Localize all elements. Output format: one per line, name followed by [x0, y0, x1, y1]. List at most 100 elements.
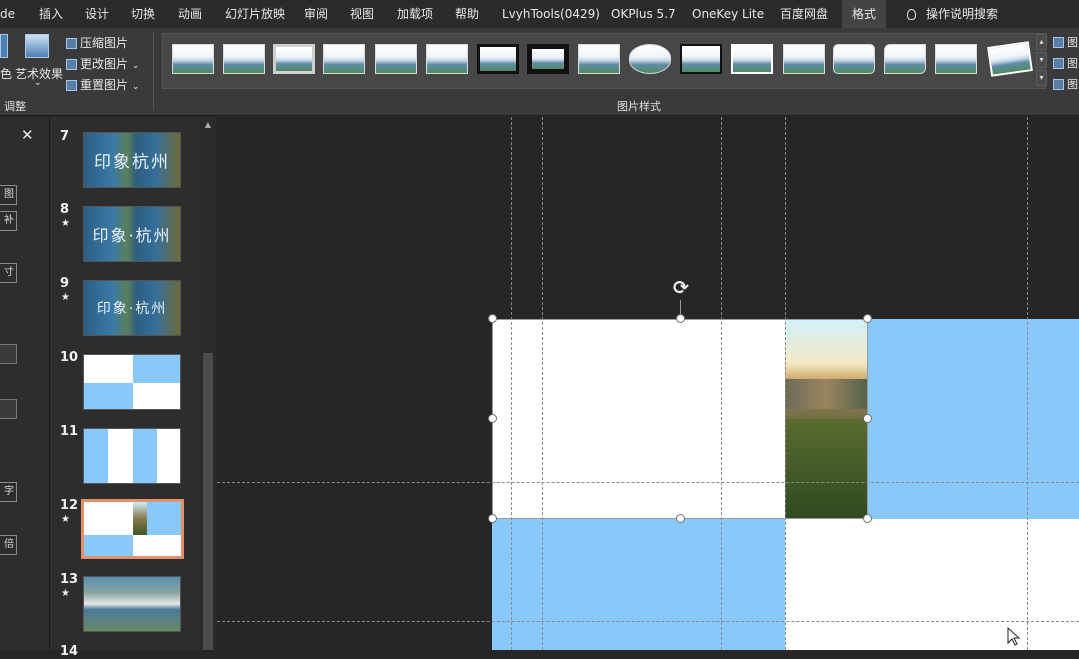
tab-review[interactable]: 审阅	[304, 0, 328, 28]
tab-okplus[interactable]: OKPlus 5.7	[611, 0, 676, 28]
reset-picture-icon	[66, 80, 77, 91]
scrollbar-thumb[interactable]	[203, 353, 213, 650]
pane-input-1[interactable]	[0, 344, 17, 364]
pane-button-4[interactable]: 字	[0, 482, 17, 502]
picture-style-17[interactable]	[987, 41, 1033, 77]
resize-handle-bottom-left[interactable]	[488, 514, 497, 523]
slide-pane-scrollbar[interactable]: ▲	[200, 117, 216, 650]
tab-help[interactable]: 帮助	[455, 0, 479, 28]
chevron-down-icon: ⌄	[131, 82, 140, 92]
reset-picture-button[interactable]: 重置图片 ⌄	[66, 76, 139, 93]
slide-thumbnail-8[interactable]: 印象·杭州	[83, 206, 181, 262]
change-picture-button[interactable]: 更改图片 ⌄	[66, 55, 139, 72]
picture-styles-gallery	[162, 33, 1046, 89]
picture-style-2[interactable]	[223, 44, 265, 74]
gallery-scroll-down[interactable]: ▾	[1036, 52, 1047, 68]
tell-me-label: 操作说明搜索	[926, 7, 999, 21]
tab-onekey[interactable]: OneKey Lite	[692, 0, 764, 28]
adjust-group-label: 调整	[4, 100, 26, 113]
picture-style-1[interactable]	[172, 44, 214, 74]
picture-style-15[interactable]	[884, 44, 926, 74]
slide-number: 11	[60, 424, 79, 439]
resize-handle-top-right[interactable]	[863, 314, 872, 323]
picture-style-12[interactable]	[731, 44, 773, 74]
guide-line[interactable]	[1027, 117, 1028, 650]
photo-thumb	[133, 502, 147, 535]
tab-design[interactable]: 设计	[85, 0, 109, 28]
color-button-label[interactable]: 色	[0, 65, 12, 82]
slide-thumbnail-12[interactable]	[81, 499, 184, 559]
guide-line[interactable]	[217, 621, 1079, 622]
scroll-up-arrow-icon[interactable]: ▲	[203, 120, 213, 130]
gallery-more[interactable]: ▾	[1036, 70, 1047, 86]
tab-animations[interactable]: 动画	[178, 0, 202, 28]
tab-format[interactable]: 格式	[842, 0, 887, 28]
picture-border-label: 图	[1067, 36, 1078, 49]
picture-effects-button[interactable]: 图	[1053, 55, 1078, 71]
picture-style-10[interactable]	[629, 44, 671, 74]
tab-transitions[interactable]: 切换	[131, 0, 155, 28]
picture-border-button[interactable]: 图	[1053, 34, 1078, 50]
slide-thumbnail-13[interactable]	[83, 576, 181, 632]
picture-style-16[interactable]	[935, 44, 977, 74]
pane-button-2[interactable]: 补	[0, 211, 17, 231]
animation-star-icon: ★	[61, 514, 70, 525]
slide-thumbnail-7[interactable]: 印象杭州	[83, 132, 181, 188]
blue-block	[133, 355, 180, 383]
tab-slideshow[interactable]: 幻灯片放映	[225, 0, 285, 28]
pane-input-2[interactable]	[0, 399, 17, 419]
tab-slideshow-fragment[interactable]: de	[0, 0, 15, 28]
blue-stripe	[84, 429, 108, 483]
blue-rectangle[interactable]	[492, 519, 785, 650]
compress-pictures-button[interactable]: 压缩图片	[66, 34, 128, 51]
blue-rectangle[interactable]	[867, 319, 1079, 519]
chevron-down-icon[interactable]: ⌄	[34, 78, 42, 88]
tell-me-search[interactable]: 操作说明搜索	[907, 0, 998, 28]
resize-handle-bottom[interactable]	[676, 514, 685, 523]
color-icon[interactable]	[0, 34, 8, 58]
picture-style-6[interactable]	[426, 44, 468, 74]
resize-handle-top[interactable]	[676, 314, 685, 323]
artistic-effects-icon[interactable]	[25, 34, 49, 58]
picture-style-14[interactable]	[833, 44, 875, 74]
change-picture-icon	[66, 59, 77, 70]
slide-thumbnail-pane: 7 印象杭州 8 ★ 印象·杭州 9 ★ 印象·杭州 10 11 12 ★ 13…	[50, 117, 200, 659]
picture-style-8[interactable]	[527, 44, 569, 74]
tab-lvyhtools[interactable]: LvyhTools(0429)	[502, 0, 600, 28]
picture-effects-label: 图	[1067, 57, 1078, 70]
picture-style-3[interactable]	[273, 44, 315, 74]
gallery-scroll-up[interactable]: ▴	[1036, 34, 1047, 50]
tab-view[interactable]: 视图	[350, 0, 374, 28]
tab-baidu-netdisk[interactable]: 百度网盘	[780, 0, 828, 28]
picture-style-4[interactable]	[323, 44, 365, 74]
reset-picture-label: 重置图片	[80, 78, 129, 92]
pane-button-1[interactable]: 图	[0, 185, 17, 205]
resize-handle-left[interactable]	[488, 414, 497, 423]
slide-number: 14	[60, 644, 79, 659]
animation-star-icon: ★	[61, 292, 70, 303]
picture-style-13[interactable]	[783, 44, 825, 74]
ribbon-tab-bar: de 插入 设计 切换 动画 幻灯片放映 审阅 视图 加载项 帮助 LvyhTo…	[0, 0, 1079, 28]
pane-button-3[interactable]: 寸	[0, 263, 17, 283]
picture-layout-button[interactable]: 图	[1053, 76, 1078, 92]
rotate-handle-icon[interactable]: ⟳	[670, 277, 692, 299]
resize-handle-right[interactable]	[863, 414, 872, 423]
close-icon[interactable]: ✕	[21, 126, 34, 144]
format-task-pane: ✕ 图 补 寸 字 倍	[0, 117, 50, 650]
slide-editing-canvas[interactable]: ⟳	[217, 117, 1079, 650]
slide-thumbnail-9[interactable]: 印象·杭州	[83, 280, 181, 336]
slide-number: 13	[60, 572, 79, 587]
pane-button-5[interactable]: 倍	[0, 535, 17, 555]
resize-handle-top-left[interactable]	[488, 314, 497, 323]
picture-style-5[interactable]	[375, 44, 417, 74]
tab-insert[interactable]: 插入	[39, 0, 63, 28]
slide-number: 9	[60, 276, 70, 291]
slide-thumbnail-11[interactable]	[83, 428, 181, 484]
picture-style-9[interactable]	[578, 44, 620, 74]
resize-handle-bottom-right[interactable]	[863, 514, 872, 523]
slide-thumbnail-10[interactable]	[83, 354, 181, 410]
tab-addins[interactable]: 加载项	[397, 0, 433, 28]
slide-number: 8	[60, 202, 70, 217]
picture-style-7[interactable]	[477, 44, 519, 74]
picture-style-11[interactable]	[680, 44, 722, 74]
